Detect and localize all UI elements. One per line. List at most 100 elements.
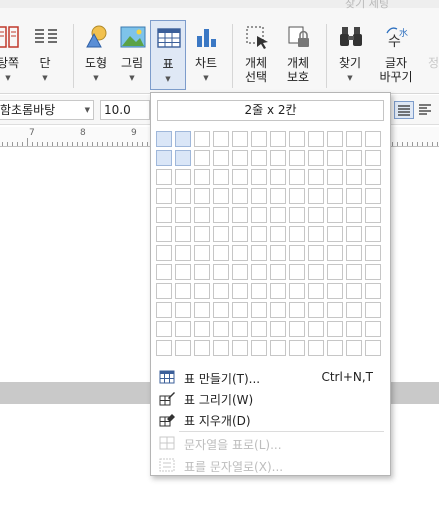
table-grid-cell[interactable] [270,340,286,356]
table-grid-cell[interactable] [346,340,362,356]
table-grid-cell[interactable] [175,131,191,147]
table-grid-cell[interactable] [213,245,229,261]
table-grid-cell[interactable] [270,169,286,185]
table-grid-cell[interactable] [156,340,172,356]
table-grid-cell[interactable] [194,188,210,204]
menu-item-create-table[interactable]: 표 만들기(T)... Ctrl+N,T [155,366,387,388]
table-grid-cell[interactable] [327,321,343,337]
table-grid-cell[interactable] [327,226,343,242]
menu-item-table-eraser[interactable]: 표 지우개(D) [155,408,387,430]
table-grid-cell[interactable] [213,169,229,185]
table-grid-cell[interactable] [156,302,172,318]
table-grid-cell[interactable] [194,302,210,318]
table-grid-cell[interactable] [289,207,305,223]
table-grid-cell[interactable] [289,150,305,166]
table-grid-cell[interactable] [156,321,172,337]
table-grid-cell[interactable] [232,169,248,185]
table-grid-cell[interactable] [232,264,248,280]
table-grid-cell[interactable] [156,245,172,261]
table-grid-cell[interactable] [251,150,267,166]
table-grid-cell[interactable] [251,245,267,261]
table-grid-cell[interactable] [175,340,191,356]
menu-item-table-to-text[interactable]: 표를 문자열로(X)... [155,454,387,476]
table-grid-cell[interactable] [308,283,324,299]
table-grid-cell[interactable] [327,188,343,204]
table-grid-cell[interactable] [346,150,362,166]
table-grid-cell[interactable] [156,264,172,280]
table-grid-cell[interactable] [346,302,362,318]
table-grid-cell[interactable] [270,188,286,204]
table-grid-cell[interactable] [365,226,381,242]
table-grid-cell[interactable] [270,321,286,337]
menu-item-text-to-table[interactable]: 문자열을 표로(L)... [155,432,387,454]
table-grid-cell[interactable] [289,245,305,261]
font-size-select[interactable]: 10.0 [100,100,150,120]
table-grid-cell[interactable] [213,302,229,318]
table-grid-cell[interactable] [270,245,286,261]
table-grid-cell[interactable] [175,207,191,223]
select-object-button[interactable]: 개체 선택 [236,20,276,90]
table-grid-cell[interactable] [194,283,210,299]
table-grid-cell[interactable] [251,264,267,280]
table-grid-cell[interactable] [270,150,286,166]
table-grid-cell[interactable] [346,264,362,280]
table-grid-cell[interactable] [175,302,191,318]
align-justify-button[interactable] [394,101,414,119]
table-grid-cell[interactable] [175,283,191,299]
table-grid-cell[interactable] [308,302,324,318]
table-grid-cell[interactable] [156,283,172,299]
table-grid-cell[interactable] [308,245,324,261]
table-grid-cell[interactable] [232,207,248,223]
table-grid-cell[interactable] [327,302,343,318]
table-grid-cell[interactable] [365,340,381,356]
table-grid-cell[interactable] [213,340,229,356]
table-grid-cell[interactable] [213,226,229,242]
table-grid-cell[interactable] [270,302,286,318]
table-grid-cell[interactable] [213,188,229,204]
table-grid-cell[interactable] [365,321,381,337]
table-grid-cell[interactable] [251,283,267,299]
table-grid-cell[interactable] [156,226,172,242]
table-grid-cell[interactable] [289,226,305,242]
table-grid-cell[interactable] [270,283,286,299]
table-grid-cell[interactable] [194,226,210,242]
table-grid-cell[interactable] [194,169,210,185]
table-grid-cell[interactable] [251,226,267,242]
align-left-button[interactable] [416,101,436,119]
table-grid-cell[interactable] [251,321,267,337]
table-grid-cell[interactable] [194,245,210,261]
table-grid-cell[interactable] [251,340,267,356]
table-grid-cell[interactable] [232,283,248,299]
table-grid-cell[interactable] [232,340,248,356]
table-grid-cell[interactable] [289,169,305,185]
table-grid-cell[interactable] [346,169,362,185]
find-button[interactable]: 찾기 ▼ [330,20,370,90]
table-grid-cell[interactable] [251,207,267,223]
table-grid-cell[interactable] [232,321,248,337]
shapes-button[interactable]: 도형 ▼ [76,20,116,90]
table-grid-cell[interactable] [308,150,324,166]
table-grid-cell[interactable] [365,302,381,318]
table-grid-cell[interactable] [308,188,324,204]
table-grid-cell[interactable] [365,245,381,261]
table-grid-cell[interactable] [251,188,267,204]
table-grid-cell[interactable] [232,302,248,318]
table-grid-cell[interactable] [175,264,191,280]
table-grid-cell[interactable] [365,131,381,147]
table-grid-cell[interactable] [251,169,267,185]
table-grid-cell[interactable] [308,321,324,337]
table-grid-cell[interactable] [175,321,191,337]
table-grid-cell[interactable] [308,340,324,356]
table-grid-cell[interactable] [175,150,191,166]
table-grid-cell[interactable] [232,150,248,166]
font-name-select[interactable]: 함초롬바탕 ▼ [0,100,94,120]
table-grid-cell[interactable] [346,131,362,147]
table-grid-cell[interactable] [213,283,229,299]
table-grid-cell[interactable] [365,207,381,223]
table-grid-cell[interactable] [289,283,305,299]
table-grid-cell[interactable] [156,131,172,147]
table-grid-cell[interactable] [327,169,343,185]
table-button[interactable]: 표 ▼ [150,20,186,90]
chart-button[interactable]: 차트 ▼ [186,20,226,90]
table-grid-cell[interactable] [289,340,305,356]
